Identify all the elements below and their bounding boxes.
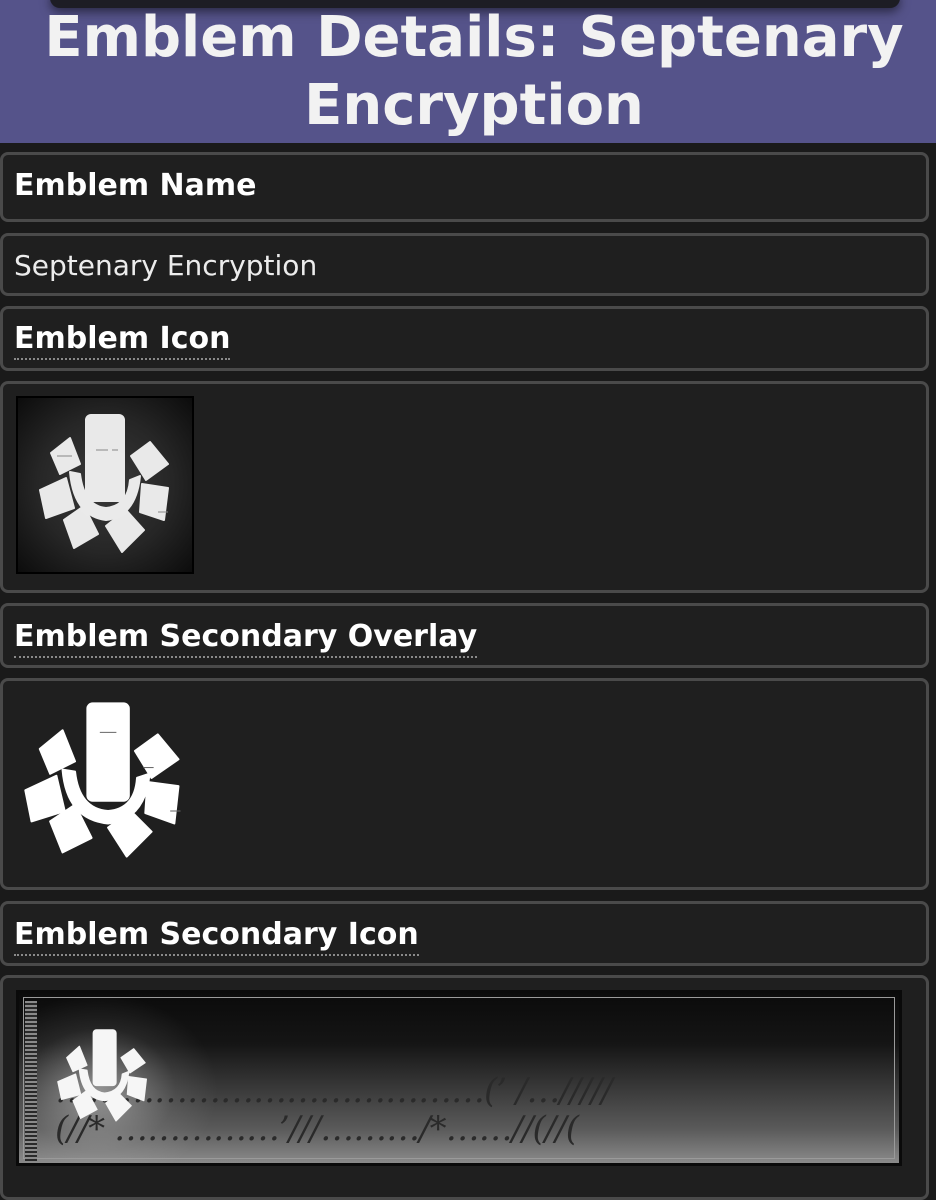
- emblem-icon-image[interactable]: [16, 396, 194, 574]
- secondary-icon-glyph: [57, 1029, 147, 1122]
- emblem-name-header-box: Emblem Name: [0, 152, 929, 222]
- emblem-icon-header-box: Emblem Icon: [0, 306, 929, 371]
- secondary-icon-banner[interactable]: …………………………………(’ /…///// (//* ……………’///………: [16, 990, 902, 1166]
- emblem-glyph-icon: [39, 414, 169, 553]
- page-title: Emblem Details: Septenary Encryption: [44, 5, 904, 138]
- emblem-name-value: Septenary Encryption: [14, 249, 318, 282]
- emblem-icon-heading[interactable]: Emblem Icon: [14, 320, 231, 360]
- secondary-overlay-box: [0, 678, 929, 890]
- secondary-icon-heading[interactable]: Emblem Secondary Icon: [14, 916, 419, 956]
- page-header: Emblem Details: Septenary Encryption: [0, 0, 936, 143]
- secondary-overlay-heading[interactable]: Emblem Secondary Overlay: [14, 618, 478, 658]
- secondary-overlay-header-box: Emblem Secondary Overlay: [0, 603, 929, 668]
- secondary-icon-header-box: Emblem Secondary Icon: [0, 901, 929, 966]
- emblem-name-value-box: Septenary Encryption: [0, 233, 929, 296]
- emblem-name-heading: Emblem Name: [14, 168, 257, 203]
- secondary-overlay-image[interactable]: [15, 691, 195, 871]
- secondary-icon-box: …………………………………(’ /…///// (//* ……………’///………: [0, 975, 929, 1200]
- emblem-icon-box: [0, 381, 929, 593]
- banner-edge-strip: [25, 1001, 37, 1161]
